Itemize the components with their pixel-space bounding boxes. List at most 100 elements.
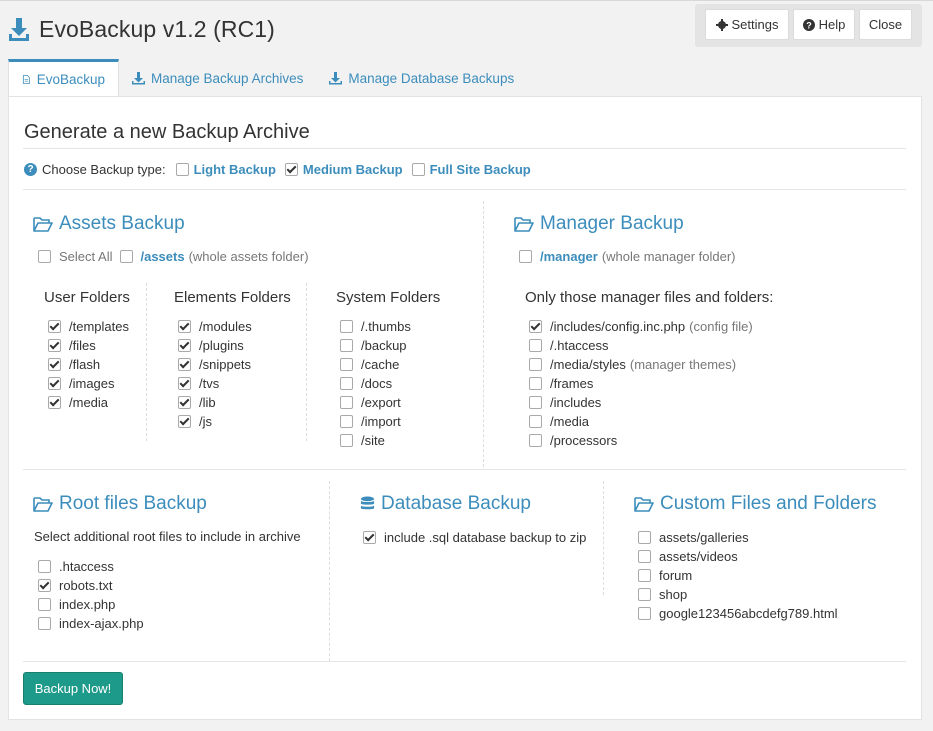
media-checkbox[interactable] <box>529 415 542 428</box>
item-label[interactable]: /import <box>361 414 401 429</box>
lib-checkbox[interactable] <box>178 396 191 409</box>
item-label[interactable]: /includes/config.inc.php <box>550 319 685 334</box>
index-ajax-php-checkbox[interactable] <box>38 617 51 630</box>
item-label[interactable]: /processors <box>550 433 617 448</box>
item-label[interactable]: /flash <box>69 357 100 372</box>
item-label[interactable]: /.htaccess <box>550 338 609 353</box>
export-checkbox[interactable] <box>340 396 353 409</box>
item-label[interactable]: /files <box>69 338 96 353</box>
backup-now-button[interactable]: Backup Now! <box>23 672 123 705</box>
item-label[interactable]: assets/videos <box>659 549 738 564</box>
item-label[interactable]: /.thumbs <box>361 319 411 334</box>
shop-checkbox[interactable] <box>638 588 651 601</box>
item-label[interactable]: forum <box>659 568 692 583</box>
assets-videos-checkbox[interactable] <box>638 550 651 563</box>
images-checkbox[interactable] <box>48 377 61 390</box>
tab-label: Manage Database Backups <box>348 70 515 86</box>
js-checkbox[interactable] <box>178 415 191 428</box>
item-label[interactable]: /js <box>199 414 212 429</box>
item-label[interactable]: /lib <box>199 395 216 410</box>
tab-evobackup[interactable]: EvoBackup <box>8 59 119 97</box>
light-backup-checkbox[interactable] <box>175 163 189 176</box>
files-checkbox[interactable] <box>48 339 61 352</box>
item-label[interactable]: /backup <box>361 338 407 353</box>
item-label[interactable]: shop <box>659 587 687 602</box>
index-php-checkbox[interactable] <box>38 598 51 611</box>
item-label[interactable]: index.php <box>59 597 115 612</box>
frames-checkbox[interactable] <box>529 377 542 390</box>
item-label[interactable]: robots.txt <box>59 578 112 593</box>
tvs-checkbox[interactable] <box>178 377 191 390</box>
item-label[interactable]: /modules <box>199 319 252 334</box>
cache-checkbox[interactable] <box>340 358 353 371</box>
plugins-checkbox[interactable] <box>178 339 191 352</box>
htaccess-checkbox[interactable] <box>529 339 542 352</box>
list-item: index-ajax.php <box>38 616 144 631</box>
media-styles-checkbox[interactable] <box>529 358 542 371</box>
tab-bar: EvoBackup Manage Backup Archives Manage … <box>8 59 527 97</box>
thumbs-checkbox[interactable] <box>340 320 353 333</box>
item-label[interactable]: google123456abcdefg789.html <box>659 606 838 621</box>
robots-txt-checkbox[interactable] <box>38 579 51 592</box>
manager-whole-folder-checkbox[interactable] <box>519 250 532 263</box>
list-item: /lib <box>178 395 216 410</box>
item-label[interactable]: /includes <box>550 395 601 410</box>
item-label[interactable]: index-ajax.php <box>59 616 144 631</box>
light-backup-label[interactable]: Light Backup <box>194 162 276 177</box>
forum-checkbox[interactable] <box>638 569 651 582</box>
include-sql-database-backup-to-zip-checkbox[interactable] <box>363 531 376 544</box>
item-label[interactable]: /media/styles <box>550 357 626 372</box>
item-label[interactable]: /export <box>361 395 401 410</box>
item-label[interactable]: /media <box>69 395 108 410</box>
item-label[interactable]: /site <box>361 433 385 448</box>
medium-backup-checkbox[interactable] <box>284 163 298 176</box>
item-label[interactable]: /images <box>69 376 115 391</box>
medium-backup-label[interactable]: Medium Backup <box>303 162 403 177</box>
custom-files-title: Custom Files and Folders <box>634 493 876 515</box>
item-label[interactable]: assets/galleries <box>659 530 749 545</box>
item-label[interactable]: /tvs <box>199 376 219 391</box>
assets-whole-folder-checkbox[interactable] <box>120 250 134 263</box>
settings-button[interactable]: Settings <box>705 9 789 40</box>
item-label[interactable]: /media <box>550 414 589 429</box>
item-label[interactable]: /frames <box>550 376 593 391</box>
assets-galleries-checkbox[interactable] <box>638 531 651 544</box>
question-icon[interactable]: ? <box>24 163 37 176</box>
media-checkbox[interactable] <box>48 396 61 409</box>
assets-backup-title: Assets Backup <box>33 213 185 235</box>
select-all-label[interactable]: Select All <box>59 249 112 264</box>
htaccess-checkbox[interactable] <box>38 560 51 573</box>
manager-whole-folder-label[interactable]: /manager <box>540 249 598 264</box>
full-site-backup-label[interactable]: Full Site Backup <box>430 162 531 177</box>
item-label[interactable]: .htaccess <box>59 559 114 574</box>
close-button[interactable]: Close <box>859 9 912 40</box>
import-checkbox[interactable] <box>340 415 353 428</box>
includes-config-inc-php-checkbox[interactable] <box>529 320 542 333</box>
assets-whole-folder-label[interactable]: /assets <box>140 249 184 264</box>
tab-manage-backup-archives[interactable]: Manage Backup Archives <box>119 59 316 97</box>
svg-text:?: ? <box>806 20 812 30</box>
item-label[interactable]: /cache <box>361 357 399 372</box>
select-all-checkbox[interactable] <box>38 250 51 263</box>
list-item: /.thumbs <box>340 319 411 334</box>
item-label[interactable]: /docs <box>361 376 392 391</box>
root-files-title: Root files Backup <box>33 493 207 515</box>
backup-checkbox[interactable] <box>340 339 353 352</box>
item-label[interactable]: /templates <box>69 319 129 334</box>
item-label[interactable]: /plugins <box>199 338 244 353</box>
full-site-backup-checkbox[interactable] <box>411 163 425 176</box>
column-divider <box>146 283 147 441</box>
flash-checkbox[interactable] <box>48 358 61 371</box>
tab-manage-database-backups[interactable]: Manage Database Backups <box>316 59 527 97</box>
templates-checkbox[interactable] <box>48 320 61 333</box>
help-button[interactable]: ? Help <box>793 9 855 40</box>
includes-checkbox[interactable] <box>529 396 542 409</box>
processors-checkbox[interactable] <box>529 434 542 447</box>
item-label[interactable]: include .sql database backup to zip <box>384 530 586 545</box>
modules-checkbox[interactable] <box>178 320 191 333</box>
google123456abcdefg789-html-checkbox[interactable] <box>638 607 651 620</box>
docs-checkbox[interactable] <box>340 377 353 390</box>
item-label[interactable]: /snippets <box>199 357 251 372</box>
site-checkbox[interactable] <box>340 434 353 447</box>
snippets-checkbox[interactable] <box>178 358 191 371</box>
